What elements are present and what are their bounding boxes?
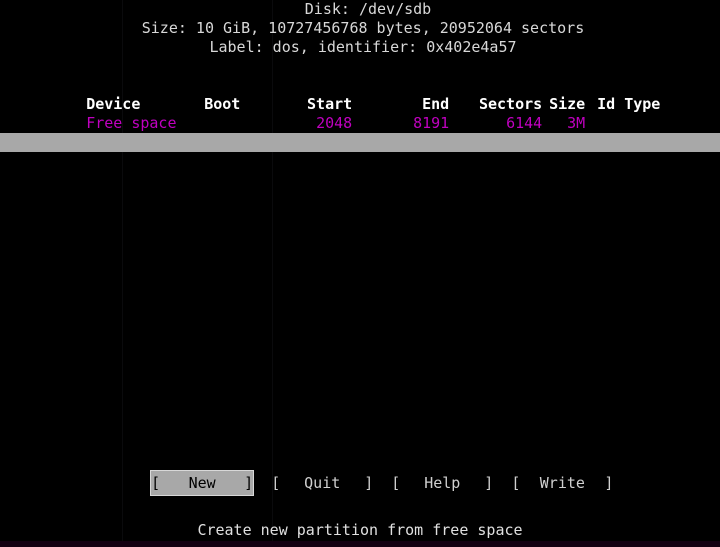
cfdisk-screen: Disk: /dev/sdb Size: 10 GiB, 10727456768… [0, 0, 720, 547]
bracket-open: [ [271, 474, 281, 492]
new-button[interactable]: [ New] [150, 470, 255, 496]
bracket-close: ] [364, 474, 374, 492]
status-line: Create new partition from free space [197, 521, 523, 539]
row-start: 92160 [307, 152, 353, 170]
disk-name-line: Disk: /dev/sdb [304, 0, 432, 18]
row-device: Free space [86, 152, 177, 170]
quit-button[interactable]: [ Quit] [271, 471, 373, 495]
help-button[interactable]: [ Help] [391, 471, 493, 495]
row-selection-marker: >> [54, 152, 73, 170]
quit-button-label: Quit [304, 474, 341, 492]
bottom-band [0, 541, 720, 547]
button-bar: [ New] [ Quit] [ Help] [ Write] [0, 447, 720, 496]
partition-table: Device Boot Start End Sectors Size Id Type Free… [0, 76, 720, 170]
disk-label-line: Label: dos, identifier: 0x402e4a57 [209, 38, 517, 56]
table-row-selected[interactable]: >> Free space 92160 20952063 20859904 10G [0, 133, 720, 170]
table-header-row: Device Boot Start End Sectors Size Id Type [0, 76, 720, 113]
new-button-label: New [188, 474, 216, 492]
disk-header: Disk: /dev/sdb Size: 10 GiB, 10727456768… [0, 0, 720, 57]
row-sectors: 20859904 [469, 152, 543, 170]
bracket-open: [ [391, 474, 401, 492]
bracket-close: ] [244, 474, 254, 492]
disk-size-line: Size: 10 GiB, 10727456768 bytes, 2095206… [141, 19, 585, 37]
row-end: 20952063 [376, 152, 450, 170]
bracket-close: ] [484, 474, 494, 492]
help-button-label: Help [424, 474, 461, 492]
row-size: 10G [558, 152, 586, 170]
bracket-open: [ [511, 474, 521, 492]
table-row[interactable]: Free space 2048 8191 6144 3M [0, 95, 720, 132]
write-button-label: Write [539, 474, 585, 492]
table-row[interactable]: /dev/sdb18192921598396841McW95 FAT32 (LB… [0, 114, 720, 151]
bracket-close: ] [604, 474, 614, 492]
bracket-open: [ [151, 474, 161, 492]
write-button[interactable]: [ Write] [511, 471, 613, 495]
